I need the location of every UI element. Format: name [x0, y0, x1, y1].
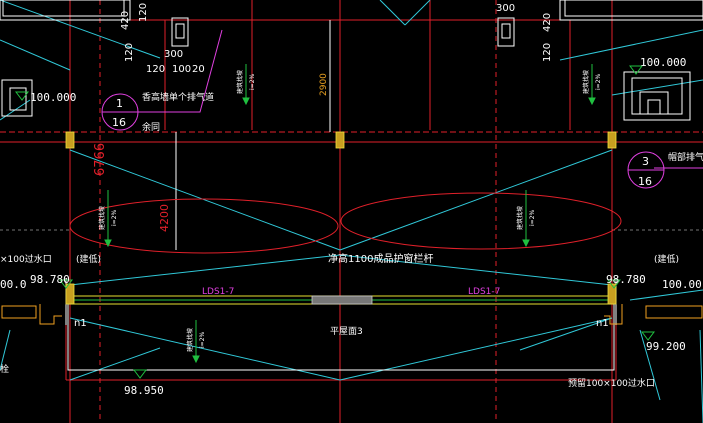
slope-value-left: i=2% [111, 209, 118, 226]
slope-text-top-left: 建筑找坡 [236, 70, 244, 94]
slope-value-right: i=2% [529, 209, 536, 226]
dim-420: 420 [120, 11, 131, 30]
label-n1-right: n1 [596, 318, 609, 329]
note-roof: 平屋面3 [330, 326, 363, 337]
detail-left-num: 1 [116, 97, 123, 110]
note-pipe-left: ×100过水口 [0, 253, 52, 265]
dim-120-b: 120 [124, 43, 135, 62]
elev-bottom: 98.950 [124, 384, 164, 397]
dim-300-right: 300 [496, 3, 515, 14]
elev-left-edge: 00.0 [0, 278, 27, 291]
slope-text-bottom: 建筑找坡 [186, 328, 194, 352]
dim-120-a: 120 [138, 3, 149, 22]
note-build-left: (建低) [76, 253, 101, 265]
dim-2900: 2900 [319, 73, 329, 96]
slope-text-top-right: 建筑找坡 [582, 70, 590, 94]
dim-6766: 6766 [93, 143, 108, 176]
slope-value-top-right: i=2% [595, 73, 602, 90]
slope-text-left: 建筑找坡 [98, 206, 106, 230]
elev-top-left: 100.000 [30, 91, 76, 104]
detail-right-num: 3 [642, 155, 649, 168]
elev-right-edge: 100.00 [662, 278, 702, 291]
detail-left-sheet: 16 [112, 116, 126, 129]
note-vent: 香高墙单个排气道 [142, 91, 214, 103]
dim-100: 100 [172, 64, 191, 75]
note-room: 余同 [142, 121, 160, 133]
elev-right: 98.780 [606, 273, 646, 286]
note-guardrail: 净高1100成品护窗栏杆 [328, 252, 433, 265]
slope-value-top-left: i=2% [249, 73, 256, 90]
slope-value-bottom: i=2% [199, 331, 206, 348]
label-n1-left: n1 [74, 318, 87, 329]
label-ldg-right: LDS1-7 [468, 287, 500, 297]
note-left-bottom: 栓 [0, 363, 9, 375]
note-pipe-right: 预留100×100过水口 [568, 377, 655, 389]
dim-120-c: 120 [146, 64, 165, 75]
detail-right-sheet: 16 [638, 175, 652, 188]
dim-20: 20 [192, 64, 205, 75]
elev-right-lower: 99.200 [646, 340, 686, 353]
dim-4200: 4200 [158, 204, 171, 232]
elev-left: 98.780 [30, 273, 70, 286]
note-top-vent: 帽部排气 [668, 151, 703, 163]
dim-420-right: 420 [542, 13, 553, 32]
cad-drawing-canvas[interactable]: 420 120 120 300 120 100 20 300 420 120 2… [0, 0, 703, 423]
dim-300: 300 [164, 49, 183, 60]
elev-top-right: 100.000 [640, 56, 686, 69]
label-ldg-left: LDS1-7 [202, 287, 234, 297]
slope-text-right: 建筑找坡 [516, 206, 524, 230]
note-build-right: (建低) [654, 253, 679, 265]
dim-120-right: 120 [542, 43, 553, 62]
